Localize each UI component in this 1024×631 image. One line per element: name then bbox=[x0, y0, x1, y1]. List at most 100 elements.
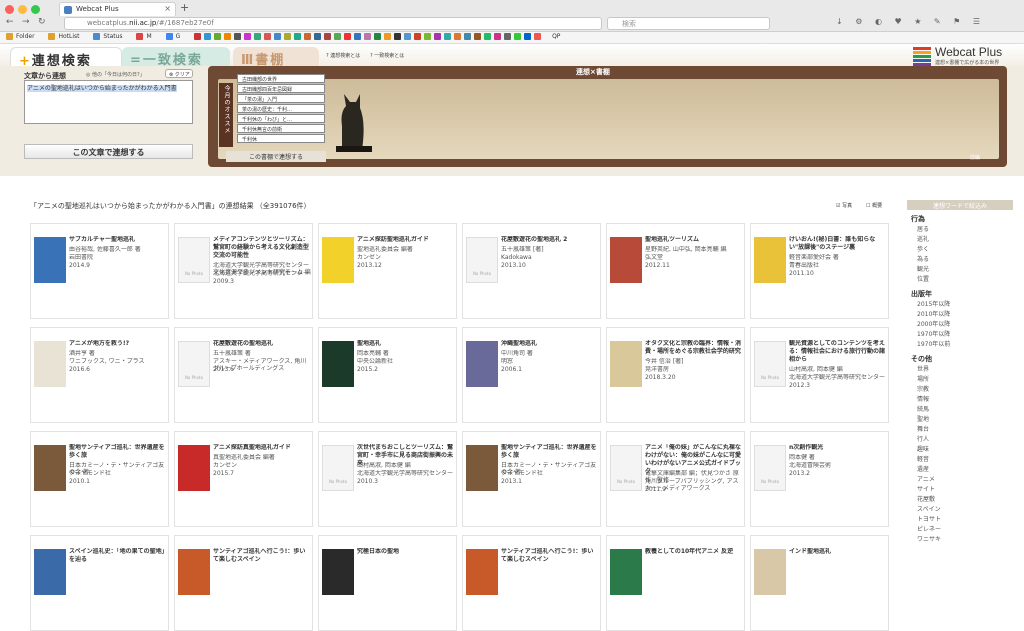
refine-word[interactable]: 続馬 bbox=[917, 405, 1013, 415]
book-title[interactable]: インド聖地巡礼 bbox=[789, 548, 887, 556]
book-cover[interactable]: No Photo bbox=[754, 445, 786, 491]
new-tab-button[interactable]: + bbox=[180, 1, 189, 14]
refine-word[interactable]: トヨサト bbox=[917, 515, 1013, 525]
bookmark-icons[interactable] bbox=[194, 33, 544, 40]
reload-button[interactable]: ↻ bbox=[38, 17, 46, 27]
zoom-window-button[interactable] bbox=[31, 5, 40, 14]
result-card[interactable]: アニメが地方を救う!? 酒井亨 著ワニブックス, ワニ・プラス 2016.6 bbox=[30, 327, 169, 423]
tab-bookshelf[interactable]: Ⅲ書棚 bbox=[233, 47, 319, 68]
bookmark-folder[interactable]: Folder bbox=[6, 33, 41, 40]
refine-word[interactable]: 2010年以降 bbox=[917, 310, 1013, 320]
book-title[interactable]: 究極日本の聖地 bbox=[357, 548, 455, 556]
refine-word[interactable]: 歩く bbox=[917, 245, 1013, 255]
book-title[interactable]: 観光資源としてのコンテンツを考える：情報社会における旅行行動の諸相から bbox=[789, 340, 887, 364]
book-cover[interactable] bbox=[178, 445, 210, 491]
forward-button[interactable]: → bbox=[22, 17, 30, 27]
photo-checkbox[interactable]: ☑ 写真 bbox=[836, 202, 852, 209]
result-card[interactable]: オタク文化と宗教の臨界：情報・消費・場所をめぐる宗教社会学的研究 今井 信治 [著… bbox=[606, 327, 745, 423]
book-title[interactable]: 教養としての10年代アニメ 反逆 bbox=[645, 548, 743, 556]
result-card[interactable]: サンティアゴ巡礼へ行こう!：歩いて楽しむスペイン bbox=[174, 535, 313, 631]
refine-word[interactable]: 宗教 bbox=[917, 385, 1013, 395]
toolbar-icons[interactable]: ↓ ⚙ ◐ ♥ ★ ✎ ⚑ ☰ bbox=[836, 17, 985, 26]
result-card[interactable]: No Photo メディアコンテンツとツーリズム：鷲宮町の経験から考える文化創造型… bbox=[174, 223, 313, 319]
book-title[interactable]: アニメが地方を救う!? bbox=[69, 340, 167, 348]
tab-close-icon[interactable]: × bbox=[164, 4, 171, 13]
result-card[interactable]: けいおん!(秘)白書：誰も知らない"放課後"のステージ裏 軽音楽部愛好会 著青春出… bbox=[750, 223, 889, 319]
result-card[interactable]: 聖地サンティアゴ巡礼：世界遺産を歩く旅 日本カミーノ・デ・サンティアゴ友の会 著ダ… bbox=[462, 431, 601, 527]
refine-word[interactable]: 巡礼 bbox=[917, 235, 1013, 245]
help-exact-link[interactable]: ? 一致検索とは bbox=[370, 52, 404, 59]
refine-word[interactable]: 世界 bbox=[917, 365, 1013, 375]
result-card[interactable]: 究極日本の聖地 bbox=[318, 535, 457, 631]
book-cover[interactable]: No Photo bbox=[178, 341, 210, 387]
result-card[interactable]: No Photo 観光資源としてのコンテンツを考える：情報社会における旅行行動の諸… bbox=[750, 327, 889, 423]
refine-word[interactable]: 趣味 bbox=[917, 445, 1013, 455]
result-card[interactable]: 教養としての10年代アニメ 反逆 bbox=[606, 535, 745, 631]
refine-word[interactable]: 観光 bbox=[917, 265, 1013, 275]
book-title[interactable]: サンティアゴ巡礼へ行こう!：歩いて楽しむスペイン bbox=[213, 548, 311, 564]
result-card[interactable]: 沖縄聖地巡礼 中川角司 著明窓 2006.1 bbox=[462, 327, 601, 423]
minimize-window-button[interactable] bbox=[18, 5, 27, 14]
refine-word[interactable]: 行人 bbox=[917, 435, 1013, 445]
book-cover[interactable] bbox=[34, 445, 66, 491]
book-cover[interactable] bbox=[322, 237, 354, 283]
book-title[interactable]: 沖縄聖地巡礼 bbox=[501, 340, 599, 348]
refine-word[interactable]: 情報 bbox=[917, 395, 1013, 405]
today-link[interactable]: ◎ 他の「今日は何の日?」 bbox=[86, 71, 145, 78]
result-card[interactable]: No Photo n次創作観光 岡本健 著北海道冒険芸術 2013.2 bbox=[750, 431, 889, 527]
refine-word[interactable]: 為る bbox=[917, 255, 1013, 265]
refine-word[interactable]: サイト bbox=[917, 485, 1013, 495]
refine-word[interactable]: 居る bbox=[917, 225, 1013, 235]
refine-word[interactable]: 2000年以降 bbox=[917, 320, 1013, 330]
back-button[interactable]: ← bbox=[6, 17, 14, 27]
shelf-book[interactable]: 茶の湯の歴史：千利… bbox=[237, 104, 325, 113]
assoc-this-shelf-button[interactable]: この書棚で連想する bbox=[226, 151, 326, 162]
book-cover[interactable] bbox=[610, 549, 642, 595]
refine-word[interactable]: 遺産 bbox=[917, 465, 1013, 475]
refine-word[interactable]: 1970年以前 bbox=[917, 340, 1013, 350]
browser-tab[interactable]: Webcat Plus × bbox=[59, 2, 176, 16]
refine-word[interactable]: アニメ bbox=[917, 475, 1013, 485]
refine-word[interactable]: 聖地 bbox=[917, 415, 1013, 425]
book-title[interactable]: アニメ探訪聖地巡礼ガイド bbox=[357, 236, 455, 244]
assoc-this-text-button[interactable]: この文章で連想する bbox=[24, 144, 193, 159]
book-cover[interactable] bbox=[178, 549, 210, 595]
refine-word[interactable]: 花屋敷 bbox=[917, 495, 1013, 505]
book-cover[interactable] bbox=[610, 341, 642, 387]
book-title[interactable]: オタク文化と宗教の臨界：情報・消費・場所をめぐる宗教社会学的研究 bbox=[645, 340, 743, 356]
book-cover[interactable] bbox=[754, 237, 786, 283]
bookmark-status[interactable]: Status bbox=[93, 33, 128, 40]
shelf-book[interactable]: 千利休の「わび」と… bbox=[237, 114, 325, 123]
result-card[interactable]: No Photo アニメ「俺の妹」がこんなに丸裸なわけがない：俺の妹がこんなに可愛… bbox=[606, 431, 745, 527]
book-cover[interactable]: No Photo bbox=[754, 341, 786, 387]
shelf-book[interactable]: 「茶の湯」入門 bbox=[237, 94, 325, 103]
close-window-button[interactable] bbox=[5, 5, 14, 14]
book-title[interactable]: 聖地サンティアゴ巡礼：世界遺産を歩く旅 bbox=[501, 444, 599, 460]
book-title[interactable]: 聖地サンティアゴ巡礼：世界遺産を歩く旅 bbox=[69, 444, 167, 460]
result-card[interactable]: 聖地巡礼ツーリズム 星野英紀, 山中弘, 岡本亮輔 編弘文堂 2012.11 bbox=[606, 223, 745, 319]
shelf-book[interactable]: 古田織部の世界 bbox=[237, 74, 325, 83]
book-title[interactable]: メディアコンテンツとツーリズム：鷲宮町の経験から考える文化創造型交流の可能性 bbox=[213, 236, 311, 260]
book-cover[interactable]: No Photo bbox=[178, 237, 210, 283]
result-card[interactable]: サンティアゴ巡礼へ行こう!：歩いて楽しむスペイン bbox=[462, 535, 601, 631]
book-cover[interactable] bbox=[754, 549, 786, 595]
result-card[interactable]: アニメ探訪真聖地巡礼ガイド 真聖地巡礼委員会 編著 カンゼン 2015.7 bbox=[174, 431, 313, 527]
book-title[interactable]: 花屋敷遊花の聖地巡礼 2 bbox=[501, 236, 599, 244]
book-title[interactable]: アニメ探訪真聖地巡礼ガイド bbox=[213, 444, 311, 452]
result-card[interactable]: 聖地サンティアゴ巡礼：世界遺産を歩く旅 日本カミーノ・デ・サンティアゴ友の会 著ダ… bbox=[30, 431, 169, 527]
book-title[interactable]: 聖地巡礼ツーリズム bbox=[645, 236, 743, 244]
shelf-book[interactable]: 千利休 bbox=[237, 134, 325, 143]
result-card[interactable]: No Photo 花屋敷遊花の聖地巡礼 2 五十嵐雄策 [著] Kadokawa 201… bbox=[462, 223, 601, 319]
book-title[interactable]: 花屋敷遊花の聖地巡礼 bbox=[213, 340, 311, 348]
bookmark-google[interactable]: G bbox=[165, 33, 187, 40]
refine-word[interactable]: ピレネー bbox=[917, 525, 1013, 535]
book-cover[interactable]: No Photo bbox=[466, 237, 498, 283]
refine-word[interactable]: スペイン bbox=[917, 505, 1013, 515]
book-title[interactable]: サンティアゴ巡礼へ行こう!：歩いて楽しむスペイン bbox=[501, 548, 599, 564]
result-card[interactable]: No Photo 次世代まちおこしとツーリズム：鷲宮町・幸手市に見る商店街振興の未… bbox=[318, 431, 457, 527]
abstract-checkbox[interactable]: ☐ 概要 bbox=[866, 202, 882, 209]
refine-word[interactable]: 2015年以降 bbox=[917, 300, 1013, 310]
shelf-book[interactable]: 千利休無言の前衛 bbox=[237, 124, 325, 133]
book-title[interactable]: サブカルチャー聖地巡礼 bbox=[69, 236, 167, 244]
book-cover[interactable] bbox=[34, 237, 66, 283]
